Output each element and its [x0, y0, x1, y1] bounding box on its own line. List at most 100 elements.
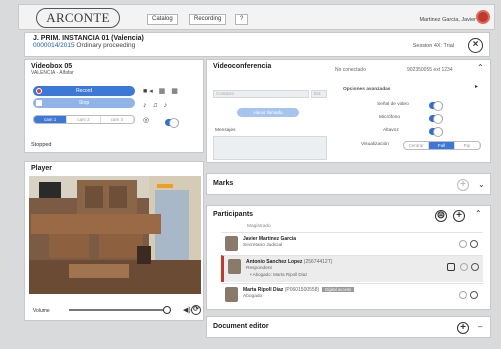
- microphone-toggle[interactable]: [429, 114, 443, 124]
- videobox-subtitle: VALENCIA - Alfafar: [31, 70, 74, 76]
- camera-selector[interactable]: cam 1 cam 2 cam 3: [33, 115, 135, 124]
- contact-input[interactable]: Contacto: [213, 90, 309, 98]
- speaker-icon[interactable]: ◀): [183, 306, 191, 314]
- collapse-icon[interactable]: ‒: [478, 322, 482, 331]
- messages-label: Mensajes: [215, 128, 236, 133]
- audio-toggle[interactable]: [165, 118, 179, 128]
- add-participant-icon[interactable]: +: [453, 210, 465, 222]
- vis-option[interactable]: Full: [429, 142, 455, 149]
- case-number[interactable]: 0000014/2015: [33, 42, 75, 49]
- user-name[interactable]: Martinez Garcia, Javier: [419, 17, 476, 23]
- chevron-up-icon[interactable]: ⌃: [475, 209, 482, 218]
- record-label: Record: [75, 88, 93, 94]
- advanced-options-label: Opciones avanzadas: [343, 87, 391, 92]
- player-panel: Player Volume ◀) ⟳: [24, 161, 204, 321]
- record-button[interactable]: Record: [33, 86, 135, 96]
- ext-input[interactable]: Ext: [311, 90, 327, 98]
- avatar: [225, 236, 238, 251]
- document-editor-title: Document editor: [213, 323, 269, 330]
- participant-row[interactable]: Javier Martinez Garcia Secretario Judici…: [221, 232, 483, 254]
- stop-icon: [36, 100, 42, 106]
- record-icon: [36, 88, 42, 94]
- video-signal-toggle[interactable]: [429, 101, 443, 111]
- messages-area[interactable]: [213, 136, 327, 160]
- participant-name-line: Marta Ripoll Diaz (P0601500558) Digital a…: [243, 287, 355, 293]
- participant-role: Secretario Judicial: [243, 243, 283, 248]
- headphones-icon[interactable]: ◎: [143, 116, 151, 124]
- visualization-label: Visualización: [361, 142, 389, 147]
- session-label: Session 4X: Trial: [412, 43, 454, 49]
- vis-option[interactable]: Pip: [455, 142, 480, 149]
- visualization-selector[interactable]: Centrar Full Pip: [403, 141, 481, 150]
- cam-option[interactable]: cam 2: [67, 116, 101, 123]
- participant-name-line: Antonio Sanchez Lopez (25674412T): [246, 259, 332, 265]
- participant-role: Abogado: [243, 294, 263, 299]
- videoconference-panel: Videoconferencia No conectado 902350055 …: [206, 59, 491, 163]
- top-bar: ARCONTE Catalog Recording ? Martinez Gar…: [18, 4, 495, 30]
- phone-number: 902350055 ext 1234: [407, 67, 453, 73]
- participant-name: Javier Martinez Garcia: [243, 236, 297, 242]
- add-mark-icon[interactable]: +: [457, 179, 469, 191]
- speaker-toggle[interactable]: [429, 127, 443, 137]
- videobox-panel: Videobox 05 VALENCIA - Alfafar Record St…: [24, 59, 204, 153]
- case-title: J. PRIM. INSTANCIA 01 (Valencia): [33, 35, 144, 42]
- mute-icon[interactable]: [459, 291, 467, 299]
- courtroom-image: [29, 176, 201, 294]
- catalog-button[interactable]: Catalog: [147, 14, 178, 25]
- recording-button[interactable]: Recording: [189, 14, 227, 25]
- participant-partial-role: Magistrado: [247, 224, 271, 229]
- chevron-down-icon[interactable]: ⌄: [478, 180, 485, 189]
- connection-status: No conectado: [335, 67, 366, 73]
- volume-knob[interactable]: [163, 306, 171, 314]
- microphone-label: Micrófono: [379, 115, 401, 120]
- participant-lawyer: • Abogado: Marta Ripoll Diaz: [250, 272, 308, 277]
- chevron-up-icon[interactable]: ⌃: [477, 63, 484, 72]
- link-icon[interactable]: ⊜: [435, 210, 447, 222]
- document-editor-panel: Document editor + ‒: [206, 316, 491, 338]
- avatar: [225, 287, 238, 302]
- participant-id: (25674412T): [303, 259, 333, 265]
- settings-icon[interactable]: ⟳: [191, 305, 201, 315]
- participant-role: Respondent: [246, 266, 272, 271]
- mute-icon[interactable]: [460, 263, 468, 271]
- case-bar: J. PRIM. INSTANCIA 01 (Valencia) 0000014…: [24, 32, 490, 57]
- recording-icon[interactable]: [447, 263, 455, 271]
- call-button[interactable]: Hacer llamada: [237, 108, 299, 117]
- mute-icon[interactable]: [459, 240, 467, 248]
- digital-access-badge: Digital access: [322, 287, 355, 292]
- cam-option[interactable]: cam 3: [101, 116, 134, 123]
- app-logo: ARCONTE: [36, 8, 120, 28]
- remove-icon[interactable]: [470, 240, 478, 248]
- remove-icon[interactable]: [471, 263, 479, 271]
- participant-row[interactable]: Antonio Sanchez Lopez (25674412T) Respon…: [221, 255, 483, 282]
- marks-panel: Marks + ⌄: [206, 173, 491, 195]
- stop-button[interactable]: Stop: [33, 98, 135, 108]
- participants-title: Participants: [213, 211, 254, 218]
- camera-icons[interactable]: ■◂ ▦ ▦: [143, 87, 180, 95]
- add-document-icon[interactable]: +: [457, 322, 469, 334]
- participant-name: Antonio Sanchez Lopez: [246, 259, 303, 265]
- case-proceeding: Ordinary proceeding: [76, 42, 136, 49]
- participants-panel: Participants ⊜ + ⌃ Magistrado Javier Mar…: [206, 205, 491, 310]
- notification-icon[interactable]: [476, 10, 490, 24]
- speaker-label: Altavoz: [383, 128, 399, 133]
- cam-option[interactable]: cam 1: [34, 116, 68, 123]
- help-button[interactable]: ?: [235, 14, 249, 25]
- stop-label: Stop: [78, 100, 90, 106]
- vis-option[interactable]: Centrar: [404, 142, 430, 149]
- player-title: Player: [31, 165, 53, 172]
- volume-label: Volume: [33, 308, 50, 314]
- volume-slider[interactable]: [69, 309, 169, 311]
- participant-name: Marta Ripoll Diaz: [243, 287, 284, 293]
- courtroom-video[interactable]: [29, 176, 201, 294]
- advanced-options-toggle[interactable]: ▸: [475, 83, 478, 90]
- close-icon[interactable]: ×: [468, 38, 483, 53]
- mic-icons[interactable]: ♪ ♫ ♪: [143, 102, 169, 109]
- participant-row[interactable]: Marta Ripoll Diaz (P0601500558) Digital a…: [221, 283, 483, 305]
- remove-icon[interactable]: [470, 291, 478, 299]
- video-signal-label: Señal de video: [377, 102, 409, 107]
- marks-title: Marks: [213, 180, 234, 187]
- avatar: [228, 259, 241, 274]
- videobox-status: Stopped: [31, 142, 52, 148]
- logo-text: ARCONTE: [46, 10, 110, 25]
